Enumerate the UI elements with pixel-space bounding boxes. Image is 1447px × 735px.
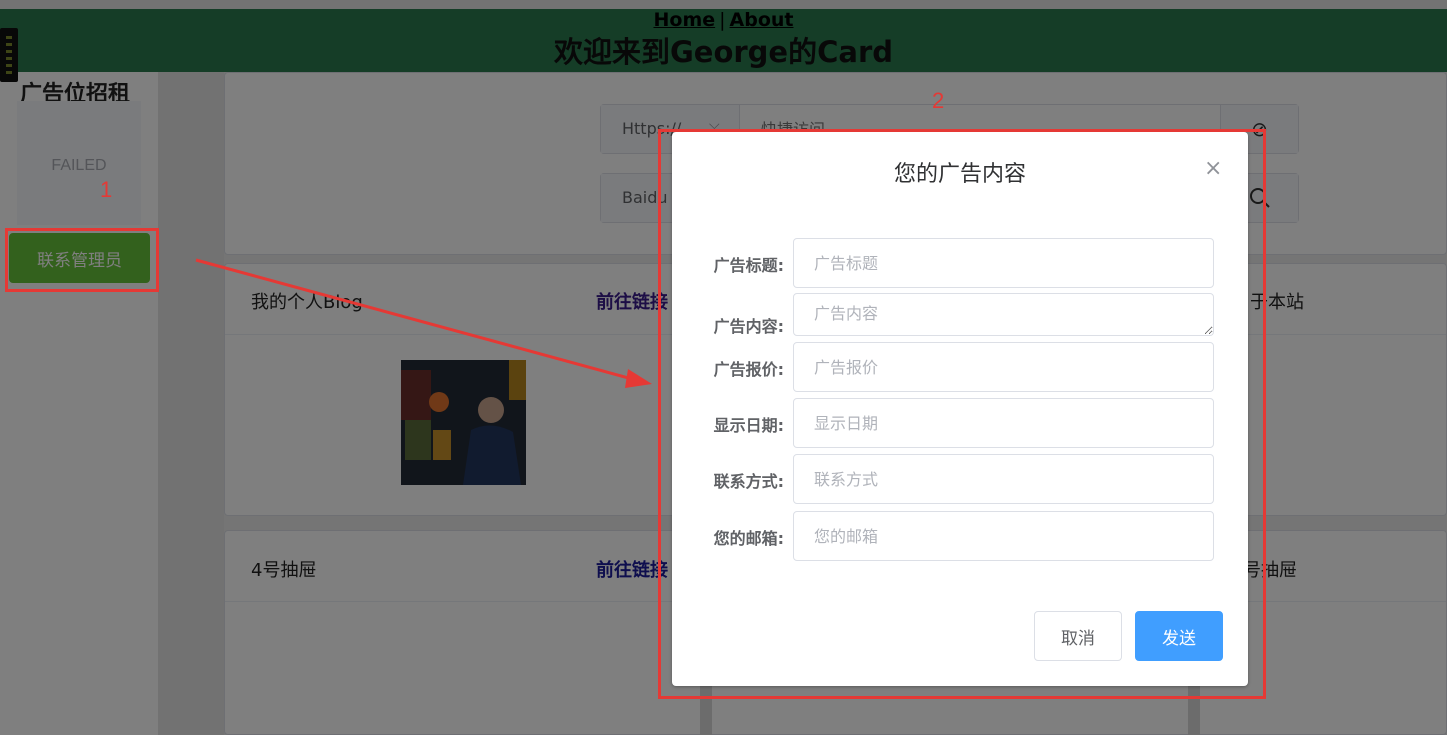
annotation-label-2: 2: [932, 88, 945, 113]
annotation-box-2: [658, 129, 1266, 699]
annotation-box-1: [5, 228, 159, 292]
annotation-label-1: 1: [100, 177, 113, 202]
